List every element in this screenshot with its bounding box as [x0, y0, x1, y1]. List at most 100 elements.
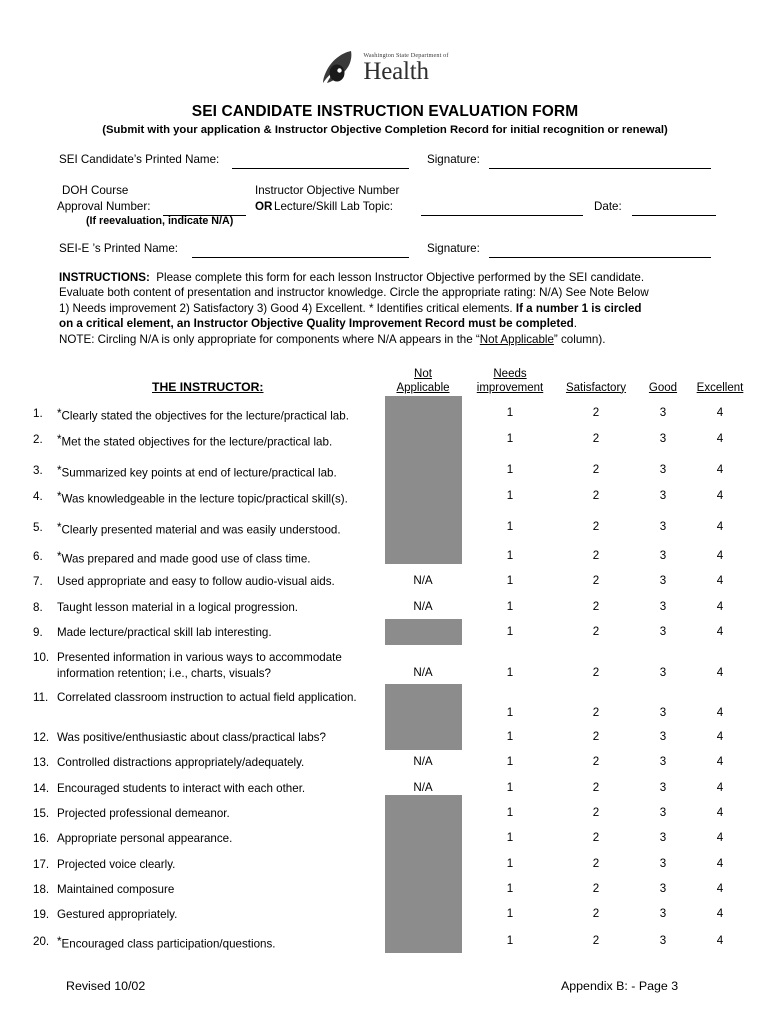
rating-option-3[interactable]: 3 [643, 882, 683, 895]
rating-option-1[interactable]: 1 [490, 600, 530, 613]
rating-option-1[interactable]: 1 [490, 831, 530, 844]
rating-option-1[interactable]: 1 [490, 666, 530, 679]
rating-option-2[interactable]: 2 [576, 406, 616, 419]
rating-option-2[interactable]: 2 [576, 520, 616, 533]
seie-signature-input[interactable] [489, 257, 711, 258]
rating-option-1[interactable]: 1 [490, 406, 530, 419]
rating-option-3[interactable]: 3 [643, 831, 683, 844]
item-number: 18. [33, 883, 50, 896]
not-applicable-option[interactable]: N/A [383, 574, 463, 587]
rating-option-3[interactable]: 3 [643, 730, 683, 743]
rating-option-1[interactable]: 1 [490, 489, 530, 502]
rating-option-1[interactable]: 1 [490, 806, 530, 819]
item-number: 20. [33, 935, 50, 948]
rating-option-3[interactable]: 3 [643, 907, 683, 920]
rating-option-3[interactable]: 3 [643, 574, 683, 587]
rating-option-2[interactable]: 2 [576, 625, 616, 638]
rating-option-3[interactable]: 3 [643, 755, 683, 768]
rating-option-3[interactable]: 3 [643, 806, 683, 819]
rating-option-2[interactable]: 2 [576, 574, 616, 587]
rating-option-3[interactable]: 3 [643, 600, 683, 613]
rating-option-4[interactable]: 4 [700, 489, 740, 502]
rating-option-4[interactable]: 4 [700, 463, 740, 476]
seie-name-input[interactable] [192, 257, 409, 258]
rating-option-3[interactable]: 3 [643, 666, 683, 679]
rating-option-3[interactable]: 3 [643, 489, 683, 502]
rating-option-3[interactable]: 3 [643, 520, 683, 533]
not-applicable-option[interactable]: N/A [383, 600, 463, 613]
rating-option-1[interactable]: 1 [490, 574, 530, 587]
rating-option-3[interactable]: 3 [643, 463, 683, 476]
rating-option-2[interactable]: 2 [576, 755, 616, 768]
rating-option-4[interactable]: 4 [700, 806, 740, 819]
rating-option-3[interactable]: 3 [643, 781, 683, 794]
rating-option-4[interactable]: 4 [700, 882, 740, 895]
instructions-line-4-period: . [573, 317, 578, 331]
rating-option-2[interactable]: 2 [576, 706, 616, 719]
not-applicable-option[interactable]: N/A [383, 755, 463, 768]
rating-option-4[interactable]: 4 [700, 857, 740, 870]
rating-option-2[interactable]: 2 [576, 432, 616, 445]
rating-option-4[interactable]: 4 [700, 625, 740, 638]
rating-option-3[interactable]: 3 [643, 432, 683, 445]
rating-option-4[interactable]: 4 [700, 574, 740, 587]
rating-option-1[interactable]: 1 [490, 857, 530, 870]
rating-option-2[interactable]: 2 [576, 463, 616, 476]
rating-option-1[interactable]: 1 [490, 755, 530, 768]
rating-option-3[interactable]: 3 [643, 706, 683, 719]
rating-option-2[interactable]: 2 [576, 489, 616, 502]
candidate-name-input[interactable] [232, 168, 409, 169]
rating-option-1[interactable]: 1 [490, 549, 530, 562]
rating-option-1[interactable]: 1 [490, 625, 530, 638]
not-applicable-option[interactable]: N/A [383, 781, 463, 794]
rating-option-4[interactable]: 4 [700, 432, 740, 445]
rating-option-2[interactable]: 2 [576, 882, 616, 895]
rating-option-1[interactable]: 1 [490, 520, 530, 533]
rating-option-4[interactable]: 4 [700, 781, 740, 794]
item-number: 4. [33, 490, 43, 503]
rating-option-2[interactable]: 2 [576, 857, 616, 870]
candidate-signature-input[interactable] [489, 168, 711, 169]
rating-option-4[interactable]: 4 [700, 549, 740, 562]
rating-option-4[interactable]: 4 [700, 755, 740, 768]
rating-option-4[interactable]: 4 [700, 730, 740, 743]
evaluation-item: 16. Appropriate personal appearance. [33, 831, 393, 847]
rating-option-4[interactable]: 4 [700, 520, 740, 533]
rating-option-4[interactable]: 4 [700, 666, 740, 679]
rating-option-2[interactable]: 2 [576, 549, 616, 562]
rating-option-1[interactable]: 1 [490, 463, 530, 476]
rating-option-3[interactable]: 3 [643, 549, 683, 562]
rating-option-1[interactable]: 1 [490, 432, 530, 445]
rating-option-1[interactable]: 1 [490, 730, 530, 743]
rating-option-3[interactable]: 3 [643, 857, 683, 870]
rating-option-3[interactable]: 3 [643, 625, 683, 638]
date-input[interactable] [632, 215, 716, 216]
rating-option-2[interactable]: 2 [576, 907, 616, 920]
rating-option-2[interactable]: 2 [576, 600, 616, 613]
rating-option-1[interactable]: 1 [490, 934, 530, 947]
rating-option-1[interactable]: 1 [490, 882, 530, 895]
rating-option-3[interactable]: 3 [643, 406, 683, 419]
rating-option-4[interactable]: 4 [700, 907, 740, 920]
rating-option-2[interactable]: 2 [576, 806, 616, 819]
critical-element-asterisk-icon: * [57, 521, 62, 534]
doh-logo: Washington State Department of Health [0, 46, 770, 88]
not-applicable-option[interactable]: N/A [383, 666, 463, 679]
rating-option-4[interactable]: 4 [700, 706, 740, 719]
rating-option-2[interactable]: 2 [576, 781, 616, 794]
rating-option-1[interactable]: 1 [490, 706, 530, 719]
lecture-topic-input[interactable] [421, 215, 583, 216]
rating-option-4[interactable]: 4 [700, 831, 740, 844]
rating-option-2[interactable]: 2 [576, 831, 616, 844]
rating-option-4[interactable]: 4 [700, 934, 740, 947]
rating-option-2[interactable]: 2 [576, 934, 616, 947]
rating-option-1[interactable]: 1 [490, 781, 530, 794]
rating-option-1[interactable]: 1 [490, 907, 530, 920]
rating-option-4[interactable]: 4 [700, 600, 740, 613]
rating-option-2[interactable]: 2 [576, 730, 616, 743]
rating-option-3[interactable]: 3 [643, 934, 683, 947]
item-number: 13. [33, 756, 50, 769]
column-header-spacer [660, 368, 770, 382]
rating-option-4[interactable]: 4 [700, 406, 740, 419]
rating-option-2[interactable]: 2 [576, 666, 616, 679]
